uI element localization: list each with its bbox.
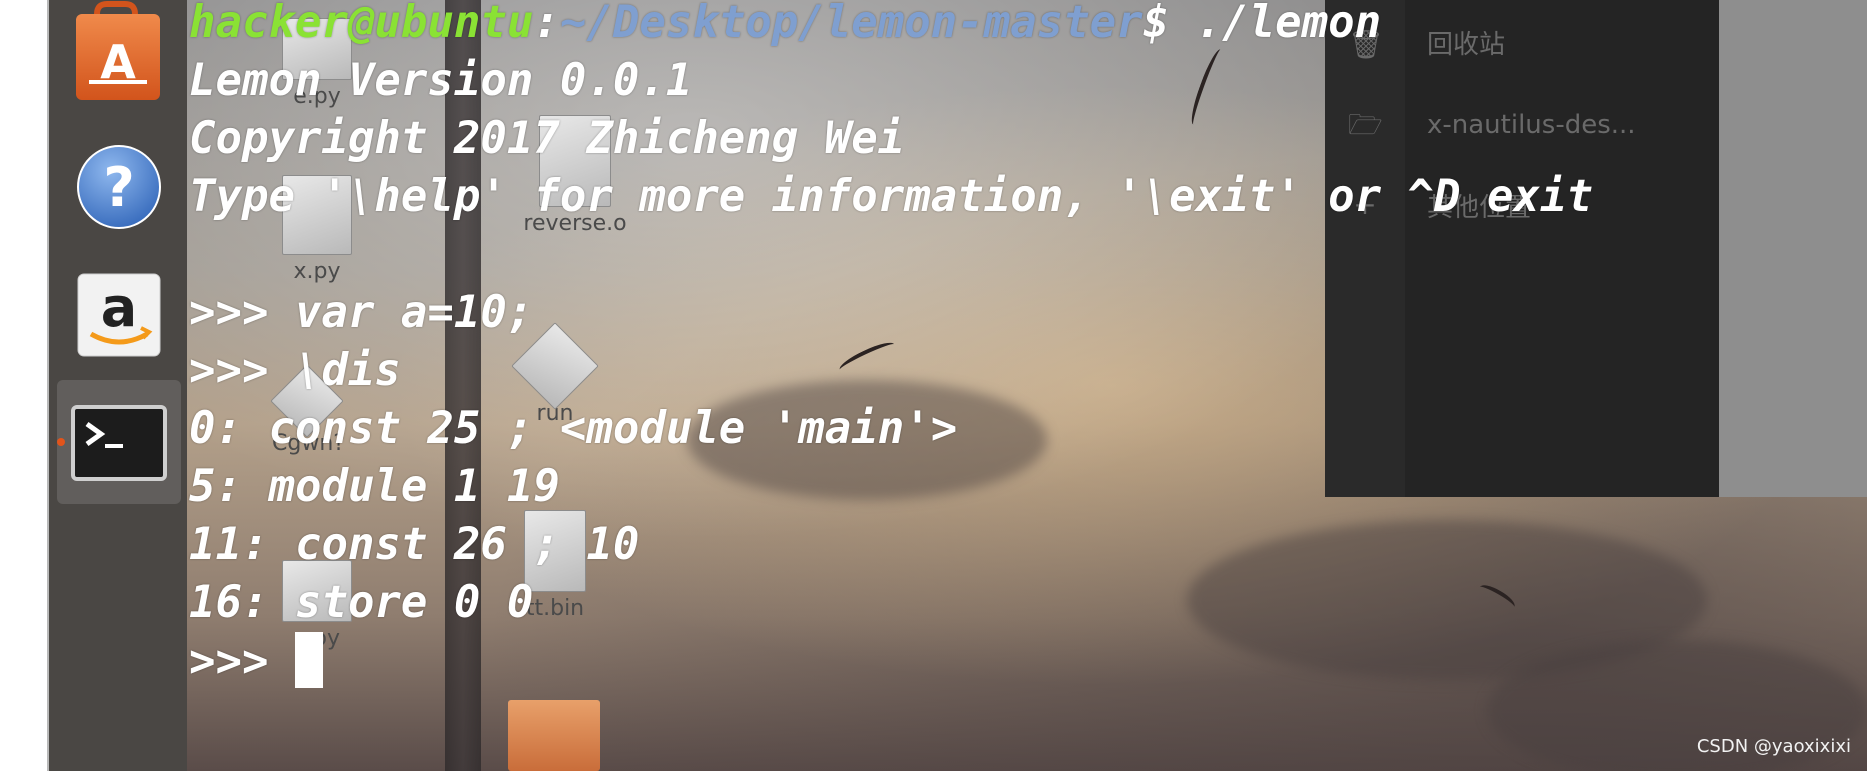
terminal-window[interactable]: hacker@ubuntu:~/Desktop/lemon-master$ ./… xyxy=(187,0,1687,771)
terminal-cursor xyxy=(294,632,323,688)
terminal-output-line: Copyright 2017 Zhicheng Wei xyxy=(189,113,905,164)
active-app-indicator xyxy=(57,438,65,446)
prompt-path: ~/Desktop/lemon-master xyxy=(559,0,1143,48)
terminal-output-line: 5: module 1 19 xyxy=(189,461,560,512)
launcher-item-help[interactable]: ? xyxy=(49,130,187,250)
amazon-icon: a xyxy=(77,273,161,357)
prompt-symbol: $ xyxy=(1142,0,1170,48)
prompt-user: hacker@ubuntu xyxy=(189,0,534,48)
svg-text:?: ? xyxy=(103,156,134,219)
prompt-separator: : xyxy=(533,0,560,48)
terminal-output-line: >>> \dis xyxy=(189,345,401,396)
launcher-item-terminal[interactable] xyxy=(57,380,181,504)
prompt-command: ./lemon xyxy=(1169,0,1382,48)
terminal-input-line[interactable]: >>> xyxy=(189,632,323,690)
left-margin xyxy=(0,0,47,771)
software-center-icon: A xyxy=(76,1,160,100)
terminal-output-line: 16: store 0 0 xyxy=(189,577,534,628)
terminal-output-line: Type '\help' for more information, '\exi… xyxy=(189,171,1593,222)
terminal-output-line: 0: const 25 ; <module 'main'> xyxy=(189,403,958,454)
terminal-prompt-line: hacker@ubuntu:~/Desktop/lemon-master$ ./… xyxy=(189,0,1381,52)
files-window-body xyxy=(1719,0,1867,497)
watermark: CSDN @yaoxixixi xyxy=(1696,736,1851,757)
terminal-output-line: >>> var a=10; xyxy=(189,287,534,338)
launcher-item-amazon[interactable]: a xyxy=(49,262,187,382)
terminal-output-line: 11: const 26 ; 10 xyxy=(189,519,640,570)
launcher-item-software-center[interactable]: A xyxy=(49,0,187,120)
terminal-output-line: Lemon Version 0.0.1 xyxy=(189,55,693,106)
current-prompt: >>> xyxy=(189,636,295,687)
svg-text:a: a xyxy=(101,276,137,339)
terminal-icon xyxy=(71,405,167,481)
unity-launcher: A ? a xyxy=(49,0,187,771)
help-icon: ? xyxy=(77,145,161,229)
